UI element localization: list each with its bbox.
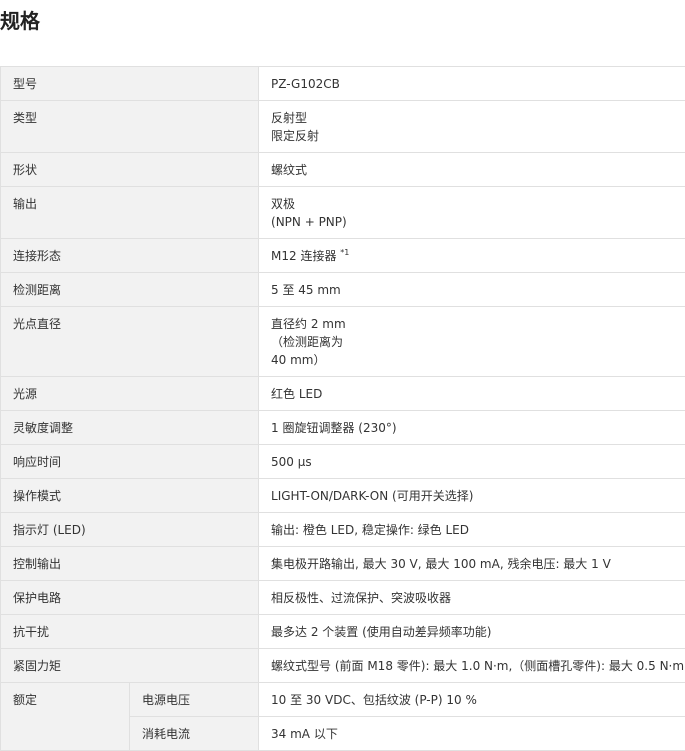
spec-value-line: 相反极性、过流保护、突波吸收器 [271, 589, 674, 607]
page-title: 规格 [0, 7, 40, 35]
spec-value-line: (NPN + PNP) [271, 213, 674, 231]
spec-value: LIGHT-ON/DARK-ON (可用开关选择) [259, 479, 685, 513]
spec-value: 红色 LED [259, 377, 685, 411]
spec-value: 500 µs [259, 445, 685, 479]
spec-value-line: 34 mA 以下 [271, 725, 674, 743]
spec-label: 抗干扰 [1, 615, 259, 649]
spec-value-line: 螺纹式型号 (前面 M18 零件): 最大 1.0 N·m,（侧面槽孔零件): … [271, 657, 674, 675]
spec-value: M12 连接器 *1 [259, 239, 685, 273]
spec-row: 检测距离 5 至 45 mm [1, 273, 685, 307]
spec-table: 型号PZ-G102CB类型反射型限定反射形状螺纹式输出双极(NPN + PNP)… [0, 66, 685, 751]
spec-value-line: 10 至 30 VDC、包括纹波 (P-P) 10 % [271, 691, 674, 709]
spec-sublabel: 消耗电流 [130, 717, 259, 751]
spec-value: 相反极性、过流保护、突波吸收器 [259, 581, 685, 615]
spec-value: PZ-G102CB [259, 67, 685, 101]
spec-row: 光源红色 LED [1, 377, 685, 411]
spec-value-line: M12 连接器 *1 [271, 247, 674, 265]
spec-value-line: 集电极开路输出, 最大 30 V, 最大 100 mA, 残余电压: 最大 1 … [271, 555, 674, 573]
spec-value: 1 圈旋钮调整器 (230°) [259, 411, 685, 445]
spec-row: 形状螺纹式 [1, 153, 685, 187]
spec-row: 保护电路相反极性、过流保护、突波吸收器 [1, 581, 685, 615]
spec-value-line: 限定反射 [271, 127, 674, 145]
spec-value: 螺纹式 [259, 153, 685, 187]
spec-row: 型号 PZ-G102CB [1, 67, 685, 101]
spec-label: 紧固力矩 [1, 649, 259, 683]
spec-value-line: PZ-G102CB [271, 75, 674, 93]
spec-value: 输出: 橙色 LED, 稳定操作: 绿色 LED [259, 513, 685, 547]
spec-sublabel: 电源电压 [130, 683, 259, 717]
spec-value: 10 至 30 VDC、包括纹波 (P-P) 10 % [259, 683, 685, 717]
spec-label: 形状 [1, 153, 259, 187]
spec-label: 光源 [1, 377, 259, 411]
spec-label-rated: 额定 [1, 683, 130, 751]
spec-label: 灵敏度调整 [1, 411, 259, 445]
spec-label: 控制输出 [1, 547, 259, 581]
spec-row: 抗干扰最多达 2 个装置 (使用自动差异频率功能) [1, 615, 685, 649]
spec-row: 灵敏度调整 1 圈旋钮调整器 (230°) [1, 411, 685, 445]
spec-row: 响应时间 500 µs [1, 445, 685, 479]
spec-label: 响应时间 [1, 445, 259, 479]
spec-value-line: 红色 LED [271, 385, 674, 403]
spec-row: 操作模式 LIGHT-ON/DARK-ON (可用开关选择) [1, 479, 685, 513]
spec-value: 最多达 2 个装置 (使用自动差异频率功能) [259, 615, 685, 649]
spec-row: 类型反射型限定反射 [1, 101, 685, 153]
spec-value-line: 最多达 2 个装置 (使用自动差异频率功能) [271, 623, 674, 641]
footnote-marker: *1 [340, 248, 349, 257]
spec-value-line: （检测距离为 [271, 333, 674, 351]
spec-row-rated: 额定电源电压10 至 30 VDC、包括纹波 (P-P) 10 % [1, 683, 685, 717]
spec-label: 检测距离 [1, 273, 259, 307]
spec-value-line: 直径约 2 mm [271, 315, 674, 333]
spec-value: 反射型限定反射 [259, 101, 685, 153]
spec-value: 5 至 45 mm [259, 273, 685, 307]
spec-row: 输出双极(NPN + PNP) [1, 187, 685, 239]
spec-value: 34 mA 以下 [259, 717, 685, 751]
spec-row: 指示灯 (LED) 输出: 橙色 LED, 稳定操作: 绿色 LED [1, 513, 685, 547]
spec-value-line: 40 mm） [271, 351, 674, 369]
spec-value-line: 1 圈旋钮调整器 (230°) [271, 419, 674, 437]
spec-label: 连接形态 [1, 239, 259, 273]
spec-label: 类型 [1, 101, 259, 153]
spec-value-line: 螺纹式 [271, 161, 674, 179]
spec-value-line: LIGHT-ON/DARK-ON (可用开关选择) [271, 487, 674, 505]
spec-value: 集电极开路输出, 最大 30 V, 最大 100 mA, 残余电压: 最大 1 … [259, 547, 685, 581]
spec-value: 双极(NPN + PNP) [259, 187, 685, 239]
spec-row: 紧固力矩螺纹式型号 (前面 M18 零件): 最大 1.0 N·m,（侧面槽孔零… [1, 649, 685, 683]
spec-label: 操作模式 [1, 479, 259, 513]
spec-value: 螺纹式型号 (前面 M18 零件): 最大 1.0 N·m,（侧面槽孔零件): … [259, 649, 685, 683]
spec-value-line: 输出: 橙色 LED, 稳定操作: 绿色 LED [271, 521, 674, 539]
spec-value-line: 5 至 45 mm [271, 281, 674, 299]
spec-row: 连接形态 M12 连接器 *1 [1, 239, 685, 273]
spec-label: 光点直径 [1, 307, 259, 377]
spec-label: 保护电路 [1, 581, 259, 615]
spec-label: 输出 [1, 187, 259, 239]
spec-label: 型号 [1, 67, 259, 101]
spec-row: 光点直径直径约 2 mm（检测距离为40 mm） [1, 307, 685, 377]
spec-value-line: 反射型 [271, 109, 674, 127]
spec-value-line: 500 µs [271, 453, 674, 471]
spec-value: 直径约 2 mm（检测距离为40 mm） [259, 307, 685, 377]
spec-value-line: 双极 [271, 195, 674, 213]
spec-label: 指示灯 (LED) [1, 513, 259, 547]
spec-row: 控制输出集电极开路输出, 最大 30 V, 最大 100 mA, 残余电压: 最… [1, 547, 685, 581]
